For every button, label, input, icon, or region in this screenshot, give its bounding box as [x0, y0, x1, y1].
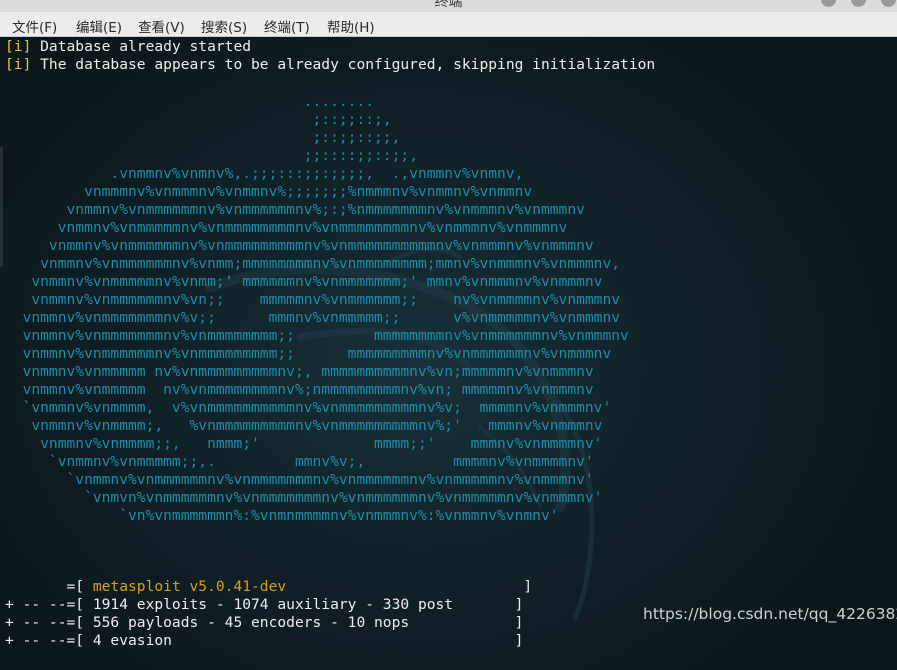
status-line-2: [i] The database appears to be already c…	[5, 56, 656, 73]
banner-line: vnmmnv%vnmmmmmnv%vnmmmmmmmmnv%vnmmmmmmmm…	[5, 219, 568, 236]
banner-line: ........	[5, 93, 375, 110]
banner-line: vnmmnv%vnmmmmmnv%vnmm;' mmmmmmnv%vnmmmmm…	[5, 273, 603, 290]
banner-line: .vnmmnv%vnmnv%,.;;;:::;;:;;;;, .,vnmmnv%…	[5, 165, 524, 182]
banner-line: vnmmnv%vnmmmmmmnv%vnmm;mmmmmmmmnv%vnmmmm…	[5, 255, 621, 272]
banner-line: `vnmvn%vnmmmmmmnv%vnmmmmmmmnv%vnmmmmmmnv…	[5, 489, 603, 506]
banner-line: vnmmnv%vnmmmmm nv%vnmmmmmmmmnv%;nmmmmmmm…	[5, 381, 594, 398]
window-edge	[0, 147, 3, 267]
banner-line: vnmmnv%vnmmmmmmnv%vn;; mmmmmnv%vnmmmmmm;…	[5, 291, 621, 308]
window-title: 终端	[434, 0, 463, 10]
msf-info-payloads: + -- --=[ 556 payloads - 45 encoders - 1…	[5, 614, 524, 631]
banner-line: ;::;;::;;,	[5, 129, 401, 146]
banner-line: `vnmmnv%vnmmmmm;;,. mmnv%v;, mmmmnv%vnmm…	[5, 453, 594, 470]
terminal-output[interactable]: [i] Database already started [i] The dat…	[0, 37, 897, 670]
banner-line: vnmmmnv%vnmmmnv%vnmmnv%;;;;;;;%nmmmnv%vn…	[5, 183, 533, 200]
csdn-watermark: https://blog.csdn.net/qq_42263820	[643, 605, 897, 623]
menu-file[interactable]: 文件(F)	[12, 16, 57, 36]
menu-search[interactable]: 搜索(S)	[201, 16, 247, 36]
msf-info-version: =[ metasploit v5.0.41-dev ]	[5, 578, 533, 595]
menu-terminal[interactable]: 终端(T)	[264, 16, 310, 36]
menu-help[interactable]: 帮助(H)	[327, 16, 375, 36]
banner-line: vnmmnv%vnmmmmmmnv%vnmmmmmmmmm;; mmmmmmmm…	[5, 345, 612, 362]
title-bar: 终端	[0, 0, 897, 12]
banner-line: vnmmnv%vnmmmm;, %vnmmmmmmmmmnv%vnmmmmmmm…	[5, 417, 603, 434]
banner-line: ;::;;::;,	[5, 111, 392, 128]
menu-view[interactable]: 查看(V)	[138, 16, 185, 36]
banner-line: ;;::::;;::;;,	[5, 147, 418, 164]
banner-line: `vnmmnv%vnmmmmmmnv%vnmmmmmmmnv%vnmmmmmmn…	[5, 471, 594, 488]
banner-line: vnmmnv%vnmmmmmmmnv%v;; mmmnv%vnmmmmm;; v…	[5, 309, 621, 326]
status-line-1: [i] Database already started	[5, 38, 252, 55]
menu-bar: 文件(F) 编辑(E) 查看(V) 搜索(S) 终端(T) 帮助(H)	[0, 12, 897, 37]
banner-line: vnmmnv%vnmmmmmmnv%vnmmmmmmmmmnv%vnmmmmmm…	[5, 237, 594, 254]
menu-edit[interactable]: 编辑(E)	[76, 16, 122, 36]
banner-line: vnmmnv%vnmmmmm nv%vnmmmmmmmmmnv;, mmmmmm…	[5, 363, 594, 380]
msf-info-evasion: + -- --=[ 4 evasion ]	[5, 632, 524, 649]
banner-line: `vn%vnmmmmmmn%:%vnmnmmmmnv%vnmmmnv%:%vnm…	[5, 507, 559, 524]
banner-line: `vnmmnv%vnmmmm, v%vnmmmmmmmmmmnv%vnmmmmm…	[5, 399, 612, 416]
banner-line: vnmmnv%vnmmmmmmnv%vnmmmmmmnv%;:;%nmmmmmm…	[5, 201, 585, 218]
msf-info-exploits: + -- --=[ 1914 exploits - 1074 auxiliary…	[5, 596, 524, 613]
banner-line: vnmmnv%vnmmmmmmmnv%vnmmmmmmmm;; mmmmmmmm…	[5, 327, 629, 344]
banner-line: vnmmnv%vnmmmm;;, nmmm;' mmmm;;' mmmnv%vn…	[5, 435, 603, 452]
